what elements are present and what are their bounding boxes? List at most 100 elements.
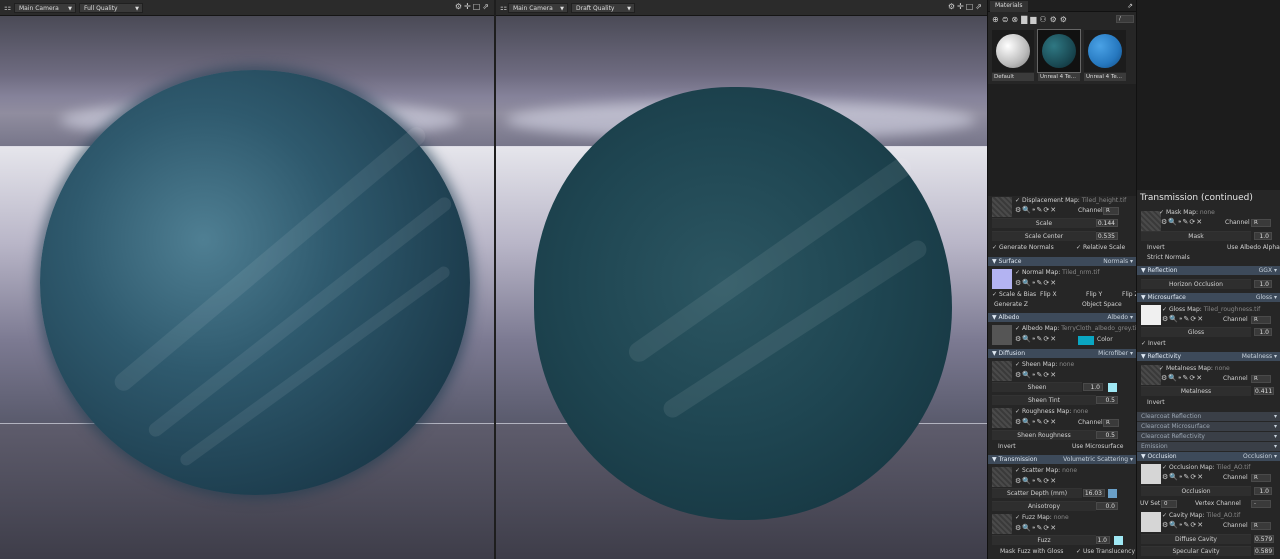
material-thumb-unreal-2[interactable] — [1084, 30, 1126, 72]
map-file[interactable]: none — [1073, 408, 1088, 415]
metalness-value[interactable]: 0.411 — [1254, 387, 1274, 395]
mask-value[interactable]: 1.0 — [1254, 232, 1272, 240]
generate-z-checkbox[interactable]: Generate Z — [994, 300, 1028, 310]
map-file[interactable]: Tiled_AO.tif — [1206, 512, 1240, 519]
section-occlusion[interactable]: ▼ Occlusion Occlusion ▾ — [1137, 452, 1280, 461]
section-surface[interactable]: ▼ Surface Normals ▾ — [988, 257, 1137, 266]
map-tools-icons[interactable]: ⚙🔍⁍✎⟳✕ — [1015, 524, 1057, 532]
sheen-roughness-value[interactable]: 0.5 — [1096, 431, 1118, 439]
metalness-map-thumb[interactable] — [1141, 365, 1161, 385]
section-albedo[interactable]: ▼ Albedo Albedo ▾ — [988, 313, 1137, 322]
quality-dropdown[interactable]: Draft Quality ▼ — [571, 3, 635, 13]
sheen-slider[interactable]: Sheen — [992, 382, 1082, 392]
use-translucency-checkbox[interactable]: ✓ Use Translucency — [1076, 547, 1135, 557]
section-type[interactable]: Metalness ▾ — [1242, 352, 1277, 361]
relative-scale-checkbox[interactable]: ✓ Relative Scale — [1076, 243, 1125, 253]
channel-select[interactable]: R — [1251, 375, 1271, 383]
map-tools-icons[interactable]: ⚙🔍⁍✎⟳✕ — [1162, 521, 1204, 529]
expand-icon[interactable]: ▾ — [1274, 432, 1277, 441]
scatter-depth-value[interactable]: 16.03 — [1083, 489, 1105, 497]
material-thumb-default[interactable] — [992, 30, 1034, 72]
scale-center-value[interactable]: 0.535 — [1096, 232, 1118, 240]
map-file[interactable]: none — [1054, 514, 1069, 521]
sheen-value[interactable]: 1.0 — [1083, 383, 1103, 391]
sheen-map-thumb[interactable] — [992, 361, 1012, 381]
use-microsurface-checkbox[interactable]: Use Microsurface — [1072, 442, 1123, 452]
mask-map-thumb[interactable] — [1141, 211, 1161, 231]
materials-toolbar[interactable]: ⊕⊜⊗▇▆⚇⚙⚙ — [992, 15, 1070, 24]
section-transmission[interactable]: ▼ Transmission Volumetric Scattering ▾ — [988, 455, 1137, 464]
flip-x-checkbox[interactable]: Flip X — [1040, 290, 1057, 300]
section-type[interactable]: Volumetric Scattering ▾ — [1063, 455, 1133, 464]
camera-dropdown[interactable]: Main Camera ▼ — [508, 3, 568, 13]
camera-dropdown[interactable]: Main Camera ▼ — [14, 3, 76, 13]
expand-icon[interactable]: ▾ — [1274, 442, 1277, 451]
section-reflection[interactable]: ▼ Reflection GGX ▾ — [1137, 266, 1280, 275]
section-clearcoat-reflectivity[interactable]: Clearcoat Reflectivity ▾ — [1137, 432, 1280, 441]
fuzz-map-thumb[interactable] — [992, 514, 1012, 534]
specular-cavity-value[interactable]: 0.589 — [1254, 547, 1274, 555]
path-field[interactable]: / — [1116, 15, 1134, 23]
normal-map-thumb[interactable] — [992, 269, 1012, 289]
vertex-channel-select[interactable]: - — [1251, 500, 1271, 508]
channel-select[interactable]: R — [1251, 474, 1271, 482]
tab-materials[interactable]: Materials — [990, 1, 1028, 12]
occlusion-value[interactable]: 1.0 — [1254, 487, 1272, 495]
cavity-map-thumb[interactable] — [1141, 512, 1161, 532]
fuzz-slider[interactable]: Fuzz — [992, 535, 1096, 545]
invert-checkbox[interactable]: Invert — [998, 442, 1016, 452]
map-tools-icons[interactable]: ⚙🔍⁍✎⟳✕ — [1161, 374, 1203, 382]
diffuse-cavity-slider[interactable]: Diffuse Cavity — [1141, 534, 1251, 544]
section-type[interactable]: Occlusion ▾ — [1243, 452, 1277, 461]
map-file[interactable]: none — [1215, 365, 1230, 372]
section-type[interactable]: Microfiber ▾ — [1098, 349, 1133, 358]
expand-icon[interactable]: ▾ — [1274, 422, 1277, 431]
section-microsurface[interactable]: ▼ Microsurface Gloss ▾ — [1137, 293, 1280, 302]
strict-normals-checkbox[interactable]: Strict Normals — [1147, 253, 1190, 263]
section-type[interactable]: Albedo ▾ — [1107, 313, 1133, 322]
roughness-map-thumb[interactable] — [992, 408, 1012, 428]
object-space-checkbox[interactable]: Object Space — [1082, 300, 1122, 310]
quality-dropdown[interactable]: Full Quality ▼ — [79, 3, 143, 13]
map-tools-icons[interactable]: ⚙🔍⁍✎⟳✕ — [1161, 218, 1203, 226]
gloss-value[interactable]: 1.0 — [1254, 328, 1272, 336]
map-file[interactable]: none — [1062, 467, 1077, 474]
section-diffusion[interactable]: ▼ Diffusion Microfiber ▾ — [988, 349, 1137, 358]
popout-icon[interactable]: ⇗ — [1127, 2, 1133, 10]
generate-normals-checkbox[interactable]: ✓ Generate Normals — [992, 243, 1054, 253]
map-tools-icons[interactable]: ⚙🔍⁍✎⟳✕ — [1162, 473, 1204, 481]
viewport-controls-icons[interactable]: ⚙✛□⇗ — [455, 2, 491, 11]
viewport-full-quality[interactable]: ⚏ Main Camera ▼ Full Quality ▼ ⚙✛□⇗ — [0, 0, 494, 559]
map-file[interactable]: none — [1200, 209, 1215, 216]
specular-cavity-slider[interactable]: Specular Cavity — [1141, 546, 1251, 556]
sheen-tint-slider[interactable]: Sheen Tint — [992, 395, 1096, 405]
scale-value[interactable]: 0.144 — [1096, 219, 1118, 227]
sheen-tint-value[interactable]: 0.5 — [1096, 396, 1118, 404]
viewport-controls-icons[interactable]: ⚙✛□⇗ — [948, 2, 984, 11]
map-tools-icons[interactable]: ⚙🔍⁍✎⟳✕ — [1015, 371, 1057, 379]
map-file[interactable]: TerryCloth_albedo_grey.tif — [1061, 325, 1138, 332]
map-file[interactable]: Tiled_height.tif — [1082, 197, 1126, 204]
invert-checkbox[interactable]: ✓ Invert — [1141, 339, 1166, 349]
scatter-depth-slider[interactable]: Scatter Depth (mm) — [992, 488, 1082, 498]
map-tools-icons[interactable]: ⚙🔍⁍✎⟳✕ — [1015, 335, 1057, 343]
map-file[interactable]: Tiled_AO.tif — [1217, 464, 1251, 471]
map-file[interactable]: Tiled_roughness.tif — [1204, 306, 1261, 313]
channel-select[interactable]: R — [1103, 207, 1119, 215]
section-type[interactable]: Gloss ▾ — [1256, 293, 1277, 302]
use-albedo-alpha-checkbox[interactable]: Use Albedo Alpha — [1227, 243, 1280, 253]
sheen-roughness-slider[interactable]: Sheen Roughness — [992, 430, 1096, 440]
anisotropy-slider[interactable]: Anisotropy — [992, 501, 1096, 511]
gloss-slider[interactable]: Gloss — [1141, 327, 1251, 337]
section-emission[interactable]: Emission ▾ — [1137, 442, 1280, 451]
gloss-map-thumb[interactable] — [1141, 305, 1161, 325]
albedo-map-thumb[interactable] — [992, 325, 1012, 345]
section-clearcoat-reflection[interactable]: Clearcoat Reflection ▾ — [1137, 412, 1280, 421]
channel-select[interactable]: R — [1103, 419, 1119, 427]
section-clearcoat-microsurface[interactable]: Clearcoat Microsurface ▾ — [1137, 422, 1280, 431]
anisotropy-value[interactable]: 0.0 — [1096, 502, 1118, 510]
diffuse-cavity-value[interactable]: 0.579 — [1254, 535, 1274, 543]
fuzz-value[interactable]: 1.0 — [1096, 536, 1110, 544]
map-tools-icons[interactable]: ⚙🔍⁍✎⟳✕ — [1162, 315, 1204, 323]
map-tools-icons[interactable]: ⚙🔍⁍✎⟳✕ — [1015, 206, 1057, 214]
